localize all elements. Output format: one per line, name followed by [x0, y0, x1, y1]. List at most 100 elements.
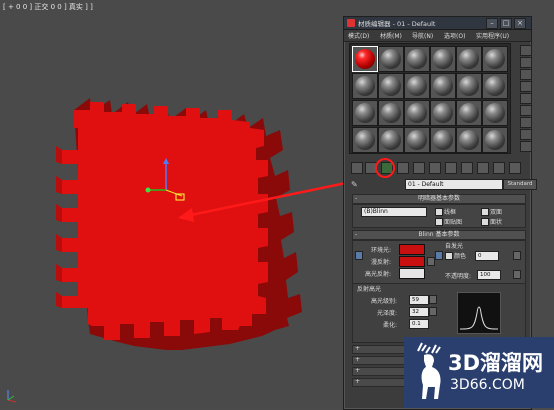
ambient-color-swatch[interactable]: [399, 244, 425, 255]
shader-rollout-header[interactable]: - 明暗器基本参数: [352, 194, 526, 204]
sample-slot[interactable]: [404, 127, 430, 153]
sample-slot[interactable]: [352, 127, 378, 153]
self-illum-spinner[interactable]: 0: [475, 251, 499, 261]
collapse-icon: -: [355, 231, 358, 238]
self-illum-label: 自发光: [445, 243, 464, 250]
axis-tripod: [7, 390, 17, 403]
reset-map-icon[interactable]: [397, 162, 409, 174]
sample-slot-1[interactable]: [352, 46, 378, 72]
assign-to-selection-icon[interactable]: [381, 162, 393, 174]
put-to-scene-icon[interactable]: [365, 162, 377, 174]
blinn-rollout-header[interactable]: - Blinn 基本参数: [352, 230, 526, 240]
video-check-icon[interactable]: [520, 93, 532, 104]
menu-options[interactable]: 选项(O): [444, 31, 465, 40]
minimize-button[interactable]: –: [486, 18, 498, 29]
menu-navigation[interactable]: 导航(N): [412, 31, 433, 40]
glossiness-spinner[interactable]: 32: [409, 307, 429, 317]
diffuse-map-button[interactable]: [427, 257, 435, 266]
specular-highlights-title: 反射高光: [357, 286, 382, 293]
make-preview-icon[interactable]: [520, 105, 532, 116]
lock-diffuse-specular-icon[interactable]: [435, 251, 443, 260]
specular-highlights-group: 反射高光 高光级别: 59 光泽度: 32 柔化: 0.1: [352, 283, 526, 343]
sample-slot[interactable]: [456, 100, 482, 126]
self-illum-map-button[interactable]: [513, 251, 521, 260]
sample-slot[interactable]: [378, 127, 404, 153]
watermark-brand: 3D溜溜网: [448, 351, 544, 375]
collapse-icon: -: [355, 195, 358, 202]
sample-slot[interactable]: [378, 100, 404, 126]
sample-slot[interactable]: [378, 46, 404, 72]
specular-color-swatch[interactable]: [399, 268, 425, 279]
watermark-url: 3D66.COM: [450, 377, 525, 393]
sample-slot[interactable]: [482, 46, 508, 72]
sample-slot[interactable]: [482, 127, 508, 153]
lock-ambient-diffuse-icon[interactable]: [355, 251, 363, 260]
material-id-icon[interactable]: [461, 162, 473, 174]
sample-slot[interactable]: [430, 127, 456, 153]
watermark: 3D溜溜网 3D66.COM: [404, 337, 554, 408]
face-map-checkbox[interactable]: [435, 218, 443, 226]
gear-plate-object[interactable]: [56, 98, 302, 350]
title-bar[interactable]: 材质编辑器 - 01 - Default – □ ×: [344, 17, 531, 30]
menu-utilities[interactable]: 实用程序(U): [476, 31, 509, 40]
eyedropper-icon[interactable]: ✎: [351, 180, 360, 189]
sample-slot[interactable]: [456, 46, 482, 72]
menu-bar: 模式(D) 材质(M) 导航(N) 选项(O) 实用程序(U): [344, 30, 531, 42]
sample-slot[interactable]: [430, 46, 456, 72]
sample-type-icon[interactable]: [520, 45, 532, 56]
faceted-checkbox[interactable]: [481, 218, 489, 226]
glossiness-label: 光泽度:: [377, 310, 398, 317]
menu-mode[interactable]: 模式(D): [348, 31, 369, 40]
menu-material[interactable]: 材质(M): [380, 31, 402, 40]
glossiness-map-button[interactable]: [429, 307, 437, 316]
material-name-field[interactable]: 01 - Default: [405, 179, 503, 190]
get-material-icon[interactable]: [351, 162, 363, 174]
specular-level-spinner[interactable]: 59: [409, 295, 429, 305]
soften-label: 柔化:: [383, 322, 398, 329]
sample-slot[interactable]: [482, 73, 508, 99]
copy-material-icon[interactable]: [413, 162, 425, 174]
go-to-parent-icon[interactable]: [509, 162, 521, 174]
put-to-library-icon[interactable]: [445, 162, 457, 174]
make-unique-icon[interactable]: [429, 162, 441, 174]
options-icon[interactable]: [520, 117, 532, 128]
app-icon: [347, 19, 355, 27]
sample-slot[interactable]: [352, 73, 378, 99]
sample-slot[interactable]: [456, 127, 482, 153]
opacity-map-button[interactable]: [513, 270, 521, 279]
wire-label: 线框: [444, 209, 457, 216]
highlight-curve-icon: [459, 306, 499, 330]
shader-dropdown[interactable]: (B)Blinn: [361, 207, 427, 217]
self-illum-color-checkbox[interactable]: [445, 252, 453, 260]
wire-checkbox[interactable]: [435, 208, 443, 216]
two-sided-checkbox[interactable]: [481, 208, 489, 216]
maximize-button[interactable]: □: [500, 18, 512, 29]
sample-slot[interactable]: [404, 46, 430, 72]
sample-slot[interactable]: [352, 100, 378, 126]
opacity-spinner[interactable]: 100: [477, 270, 501, 280]
diffuse-color-swatch[interactable]: [399, 256, 425, 267]
select-by-material-icon[interactable]: [520, 129, 532, 140]
material-name-row: ✎ 01 - Default Standard: [349, 179, 537, 190]
background-icon[interactable]: [520, 69, 532, 80]
side-toolbar: [520, 43, 532, 153]
backlight-icon[interactable]: [520, 57, 532, 68]
specular-level-map-button[interactable]: [429, 295, 437, 304]
sample-slot[interactable]: [430, 100, 456, 126]
specular-label: 高光反射:: [365, 271, 392, 278]
show-map-icon[interactable]: [477, 162, 489, 174]
opacity-label: 不透明度:: [445, 273, 472, 280]
sample-slot[interactable]: [404, 73, 430, 99]
show-end-result-icon[interactable]: [493, 162, 505, 174]
material-type-button[interactable]: Standard: [503, 179, 537, 190]
sample-slot[interactable]: [482, 100, 508, 126]
sample-slot[interactable]: [430, 73, 456, 99]
close-button[interactable]: ×: [514, 18, 526, 29]
soften-spinner[interactable]: 0.1: [409, 319, 429, 329]
uv-tiling-icon[interactable]: [520, 81, 532, 92]
sample-slot[interactable]: [404, 100, 430, 126]
material-navigator-icon[interactable]: [520, 141, 532, 152]
sample-slot[interactable]: [378, 73, 404, 99]
sample-slot[interactable]: [456, 73, 482, 99]
deer-logo-icon: [417, 342, 441, 399]
